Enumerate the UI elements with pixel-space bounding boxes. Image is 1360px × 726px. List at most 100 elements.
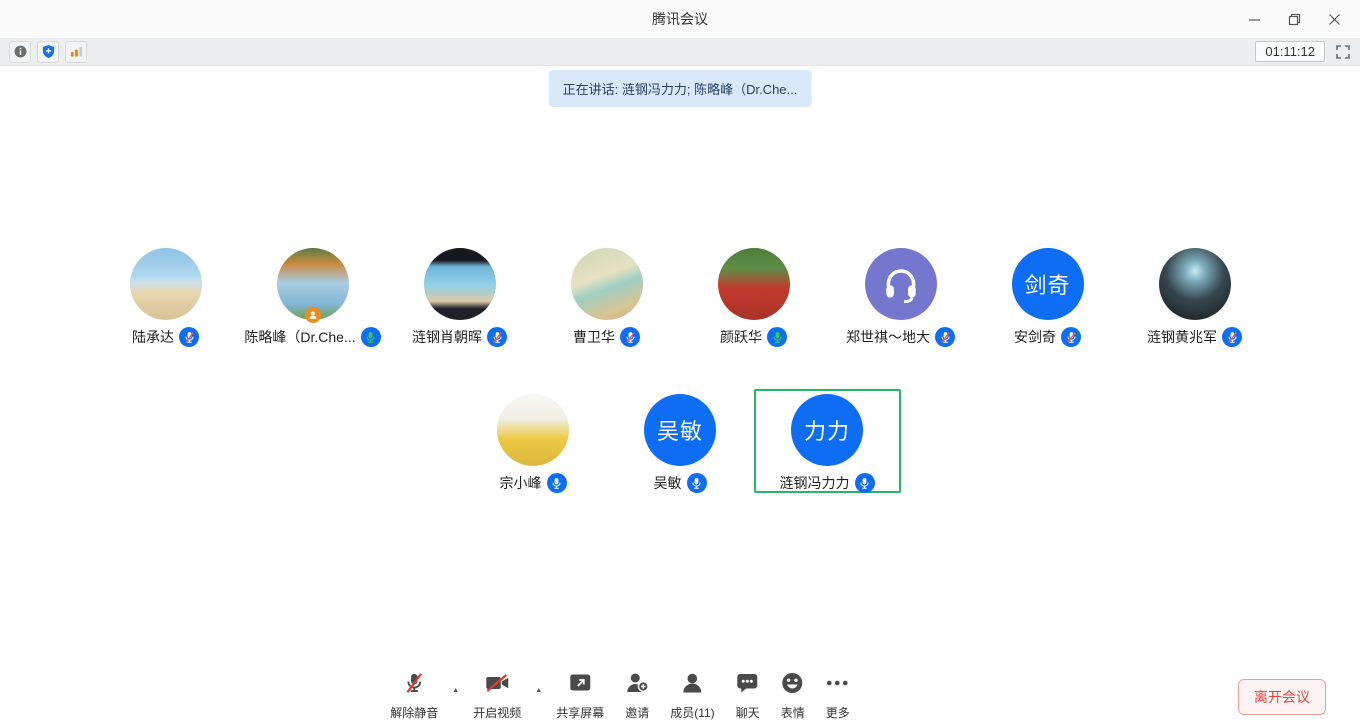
mic-status-icon [1222, 327, 1242, 347]
participant-name: 陈略峰（Dr.Che... [244, 327, 355, 347]
restore-icon [1288, 13, 1301, 26]
participant-tile[interactable]: 吴敏吴敏 [607, 389, 754, 493]
participant-name: 安剑奇 [1014, 327, 1056, 347]
mic-status-icon [547, 473, 567, 493]
participant-name-row: 吴敏 [654, 473, 707, 493]
network-status-button[interactable] [65, 41, 87, 63]
chat-icon [736, 671, 760, 700]
more-icon [826, 671, 850, 700]
meeting-info-button[interactable] [9, 41, 31, 63]
camera-off-icon [484, 671, 510, 700]
participant-name: 涟钢冯力力 [780, 473, 850, 493]
participant-name-row: 曹卫华 [573, 327, 640, 347]
participant-avatar: 力力 [791, 394, 863, 466]
minimize-button[interactable] [1234, 0, 1274, 38]
restore-button[interactable] [1274, 0, 1314, 38]
participant-avatar [571, 248, 643, 320]
more-button[interactable]: 更多 [826, 671, 850, 721]
share-button[interactable]: 共享屏幕 [556, 671, 604, 721]
participant-name-row: 陈略峰（Dr.Che... [244, 327, 380, 347]
participant-name-row: 颜跃华 [720, 327, 787, 347]
participant-tile[interactable]: 力力涟钢冯力力 [754, 389, 901, 493]
mic-status-icon [687, 473, 707, 493]
host-badge-icon [305, 307, 321, 323]
invite-button[interactable]: 邀请 [625, 671, 649, 721]
unmute-button[interactable]: 解除静音 [390, 671, 438, 721]
participant-tile[interactable]: 曹卫华 [533, 243, 680, 347]
toolbar-label: 开启视频 [473, 704, 521, 721]
toolbar-label: 聊天 [736, 704, 760, 721]
participant-tile[interactable]: 涟钢肖朝晖 [386, 243, 533, 347]
fullscreen-button[interactable] [1335, 44, 1351, 60]
participant-tile[interactable]: 涟钢黄兆军 [1121, 243, 1268, 347]
tencent-meeting-window: 腾讯会议 01:11:12 [0, 0, 1360, 726]
participant-avatar [497, 394, 569, 466]
toolbar-label: 更多 [826, 704, 850, 721]
toolbar-label: 成员(11) [670, 704, 714, 721]
emoji-button[interactable]: 表情 [781, 671, 805, 721]
video-options-caret[interactable]: ▲ [535, 687, 542, 694]
participant-name: 曹卫华 [573, 327, 615, 347]
toolbar-label: 表情 [781, 704, 805, 721]
participant-tile[interactable]: 剑奇安剑奇 [974, 243, 1121, 347]
meeting-toolbar: 解除静音 ▲ 开启视频 ▲ 共享屏幕 邀请 成员(11) 聊天 表情 更多 [390, 671, 849, 721]
participant-name: 陆承达 [132, 327, 174, 347]
participant-avatar [130, 248, 202, 320]
participant-name-row: 宗小峰 [500, 473, 567, 493]
participant-name: 涟钢黄兆军 [1147, 327, 1217, 347]
fullscreen-icon [1335, 44, 1351, 60]
participant-avatar [1159, 248, 1231, 320]
minimize-icon [1248, 13, 1261, 26]
mic-status-icon [620, 327, 640, 347]
participant-tile[interactable]: 颜跃华 [680, 243, 827, 347]
toolbar-label: 解除静音 [390, 704, 438, 721]
toolbar-label: 共享屏幕 [556, 704, 604, 721]
participant-tile[interactable]: 陈略峰（Dr.Che... [239, 243, 386, 347]
meeting-timer: 01:11:12 [1255, 41, 1325, 62]
share-screen-icon [568, 671, 592, 700]
chat-button[interactable]: 聊天 [736, 671, 760, 721]
participant-name: 颜跃华 [720, 327, 762, 347]
mic-muted-icon [403, 671, 425, 700]
members-button[interactable]: 成员(11) [670, 671, 714, 721]
participant-name: 涟钢肖朝晖 [412, 327, 482, 347]
participant-avatar: 剑奇 [1012, 248, 1084, 320]
participant-name: 郑世祺～地大 [846, 327, 930, 347]
participant-name-row: 陆承达 [132, 327, 199, 347]
participant-row-2: 宗小峰吴敏吴敏力力涟钢冯力力 [0, 389, 1360, 493]
participant-name-row: 涟钢冯力力 [780, 473, 875, 493]
participant-tile[interactable]: 陆承达 [92, 243, 239, 347]
unmute-options-caret[interactable]: ▲ [452, 687, 459, 694]
mic-status-icon [1061, 327, 1081, 347]
participant-tile[interactable]: 郑世祺～地大 [827, 243, 974, 347]
status-icons [9, 41, 87, 63]
participant-avatar [277, 248, 349, 320]
mic-status-icon [767, 327, 787, 347]
security-shield-button[interactable] [37, 41, 59, 63]
participant-avatar [865, 248, 937, 320]
participant-name: 吴敏 [654, 473, 682, 493]
status-bar: 01:11:12 [0, 38, 1360, 66]
participant-name-row: 涟钢黄兆军 [1147, 327, 1242, 347]
close-icon [1328, 13, 1341, 26]
participant-avatar [718, 248, 790, 320]
participant-avatar: 吴敏 [644, 394, 716, 466]
mic-status-icon [487, 327, 507, 347]
close-button[interactable] [1314, 0, 1354, 38]
participant-tile[interactable]: 宗小峰 [460, 389, 607, 493]
participant-name: 宗小峰 [500, 473, 542, 493]
window-title: 腾讯会议 [652, 9, 708, 29]
emoji-icon [781, 671, 805, 700]
mic-status-icon [855, 473, 875, 493]
shield-icon [41, 44, 56, 59]
title-bar: 腾讯会议 [0, 0, 1360, 38]
leave-meeting-button[interactable]: 离开会议 [1238, 679, 1326, 715]
video-button[interactable]: 开启视频 [473, 671, 521, 721]
toolbar-label: 邀请 [625, 704, 649, 721]
window-controls [1234, 0, 1354, 38]
mic-status-icon [179, 327, 199, 347]
speaking-banner: 正在讲话: 涟钢冯力力; 陈略峰（Dr.Che... [549, 70, 812, 107]
members-icon [680, 671, 704, 700]
headset-icon [880, 263, 922, 305]
participant-name-row: 安剑奇 [1014, 327, 1081, 347]
